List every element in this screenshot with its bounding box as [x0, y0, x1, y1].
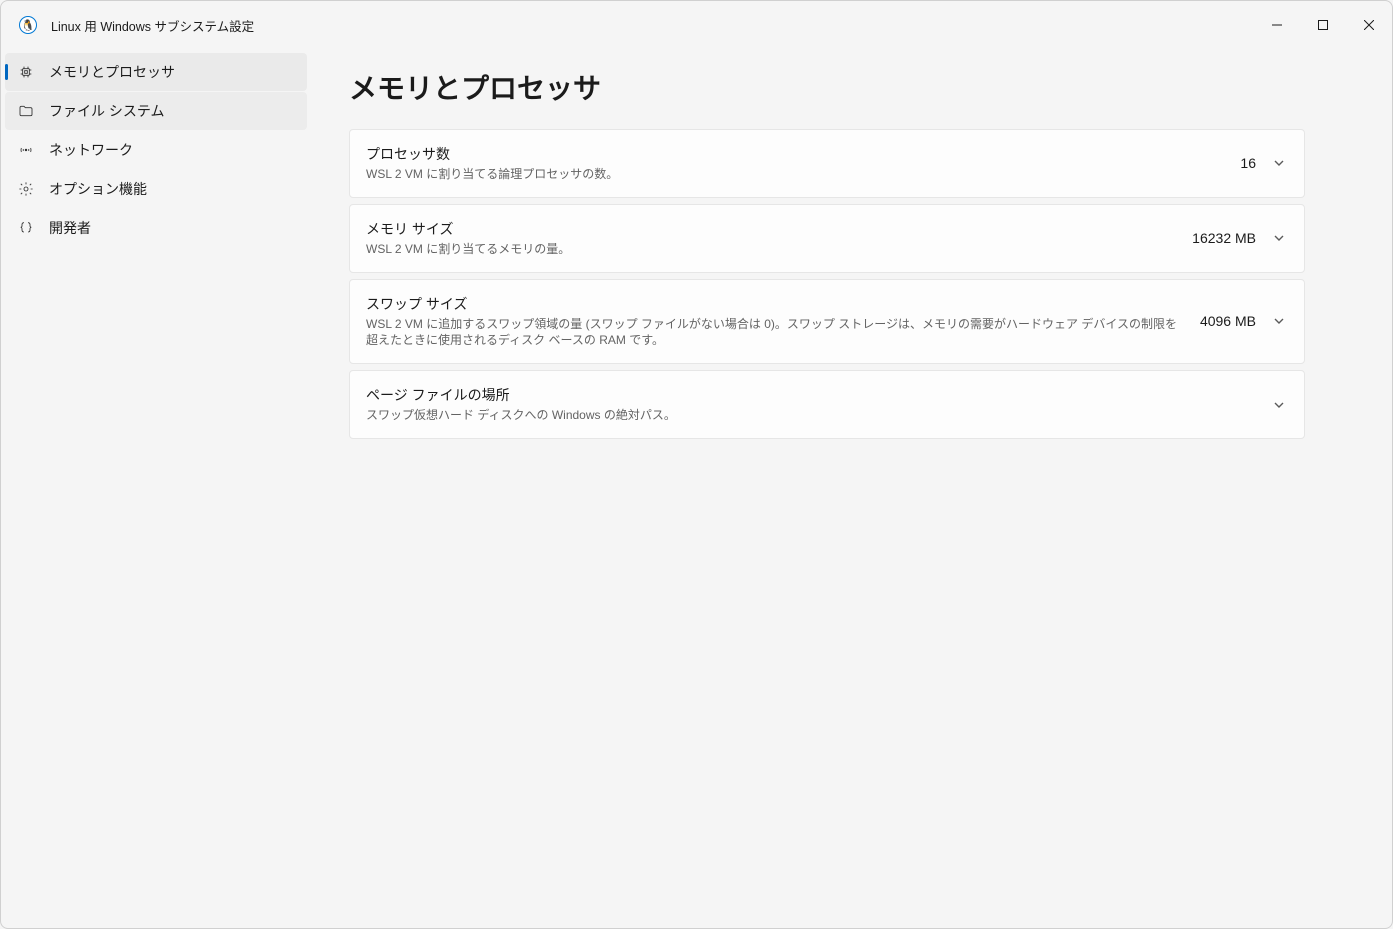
sidebar-item-label: ファイル システム: [49, 101, 164, 121]
page-title: メモリとプロセッサ: [349, 67, 1348, 107]
setting-desc: WSL 2 VM に割り当てる論理プロセッサの数。: [366, 166, 1224, 183]
settings-list: プロセッサ数 WSL 2 VM に割り当てる論理プロセッサの数。 16 メモリ サイズ…: [349, 129, 1305, 439]
app-icon: 🐧: [19, 16, 37, 34]
sidebar-item-label: メモリとプロセッサ: [49, 62, 175, 82]
cpu-icon: [17, 63, 35, 81]
setting-value: 4096 MB: [1200, 313, 1256, 329]
sidebar-item-gear[interactable]: オプション機能: [5, 170, 307, 208]
chevron-down-icon: [1272, 314, 1286, 328]
braces-icon: [17, 219, 35, 237]
titlebar: 🐧 Linux 用 Windows サブシステム設定: [1, 1, 1392, 49]
sidebar-item-cpu[interactable]: メモリとプロセッサ: [5, 53, 307, 91]
setting-card[interactable]: メモリ サイズ WSL 2 VM に割り当てるメモリの量。 16232 MB: [349, 204, 1305, 273]
setting-value: 16: [1240, 155, 1256, 171]
setting-title: ページ ファイルの場所: [366, 385, 1256, 405]
setting-text: プロセッサ数 WSL 2 VM に割り当てる論理プロセッサの数。: [366, 144, 1224, 183]
folder-icon: [17, 102, 35, 120]
chevron-down-icon: [1272, 156, 1286, 170]
setting-desc: WSL 2 VM に割り当てるメモリの量。: [366, 241, 1176, 258]
setting-text: メモリ サイズ WSL 2 VM に割り当てるメモリの量。: [366, 219, 1176, 258]
setting-title: スワップ サイズ: [366, 294, 1184, 314]
sidebar-item-braces[interactable]: 開発者: [5, 209, 307, 247]
setting-card[interactable]: プロセッサ数 WSL 2 VM に割り当てる論理プロセッサの数。 16: [349, 129, 1305, 198]
setting-title: プロセッサ数: [366, 144, 1224, 164]
sidebar-item-label: 開発者: [49, 218, 91, 238]
setting-desc: スワップ仮想ハード ディスクへの Windows の絶対パス。: [366, 407, 1256, 424]
setting-card[interactable]: スワップ サイズWSL 2 VM に追加するスワップ領域の量 (スワップ ファイ…: [349, 279, 1305, 365]
setting-title: メモリ サイズ: [366, 219, 1176, 239]
window-controls: [1254, 9, 1392, 41]
sidebar-item-broadcast[interactable]: ネットワーク: [5, 131, 307, 169]
setting-card[interactable]: ページ ファイルの場所スワップ仮想ハード ディスクへの Windows の絶対パ…: [349, 370, 1305, 439]
sidebar-item-label: ネットワーク: [49, 140, 133, 160]
sidebar-item-label: オプション機能: [49, 179, 147, 199]
close-button[interactable]: [1346, 9, 1392, 41]
maximize-button[interactable]: [1300, 9, 1346, 41]
setting-desc: WSL 2 VM に追加するスワップ領域の量 (スワップ ファイルがない場合は …: [366, 316, 1184, 350]
sidebar-item-folder[interactable]: ファイル システム: [5, 92, 307, 130]
broadcast-icon: [17, 141, 35, 159]
sidebar: メモリとプロセッサファイル システムネットワークオプション機能開発者: [1, 49, 311, 928]
chevron-down-icon: [1272, 231, 1286, 245]
app-title: Linux 用 Windows サブシステム設定: [51, 16, 254, 35]
content: メモリとプロセッサ プロセッサ数 WSL 2 VM に割り当てる論理プロセッサの数…: [311, 49, 1392, 928]
chevron-down-icon: [1272, 398, 1286, 412]
setting-value: 16232 MB: [1192, 230, 1256, 246]
gear-icon: [17, 180, 35, 198]
body: メモリとプロセッサファイル システムネットワークオプション機能開発者 メモリとプ…: [1, 49, 1392, 928]
minimize-button[interactable]: [1254, 9, 1300, 41]
setting-text: スワップ サイズWSL 2 VM に追加するスワップ領域の量 (スワップ ファイ…: [366, 294, 1184, 350]
setting-text: ページ ファイルの場所スワップ仮想ハード ディスクへの Windows の絶対パ…: [366, 385, 1256, 424]
titlebar-left: 🐧 Linux 用 Windows サブシステム設定: [19, 16, 254, 35]
